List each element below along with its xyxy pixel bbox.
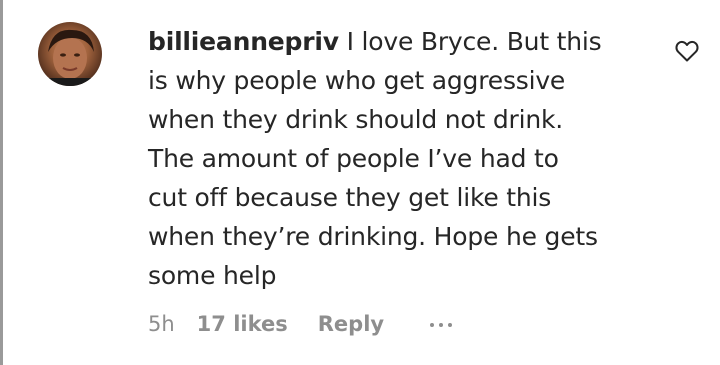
comment-username[interactable]: billieannepriv [148, 27, 339, 56]
comment: billieannepriv I love Bryce. But this is… [0, 0, 720, 365]
comment-meta: 5h 17 likes Reply [148, 312, 453, 336]
reply-button[interactable]: Reply [318, 312, 384, 336]
avatar[interactable] [38, 22, 102, 86]
more-dot [439, 323, 444, 327]
comment-body: I love Bryce. But this is why people who… [148, 27, 602, 290]
heart-icon[interactable] [675, 40, 699, 62]
comment-time: 5h [148, 312, 175, 336]
likes-count[interactable]: 17 likes [197, 312, 288, 336]
more-options-icon[interactable] [430, 321, 453, 327]
more-dot [430, 323, 435, 327]
avatar-photo [38, 29, 102, 86]
more-dot [448, 323, 453, 327]
comment-text: billieannepriv I love Bryce. But this is… [148, 22, 658, 295]
